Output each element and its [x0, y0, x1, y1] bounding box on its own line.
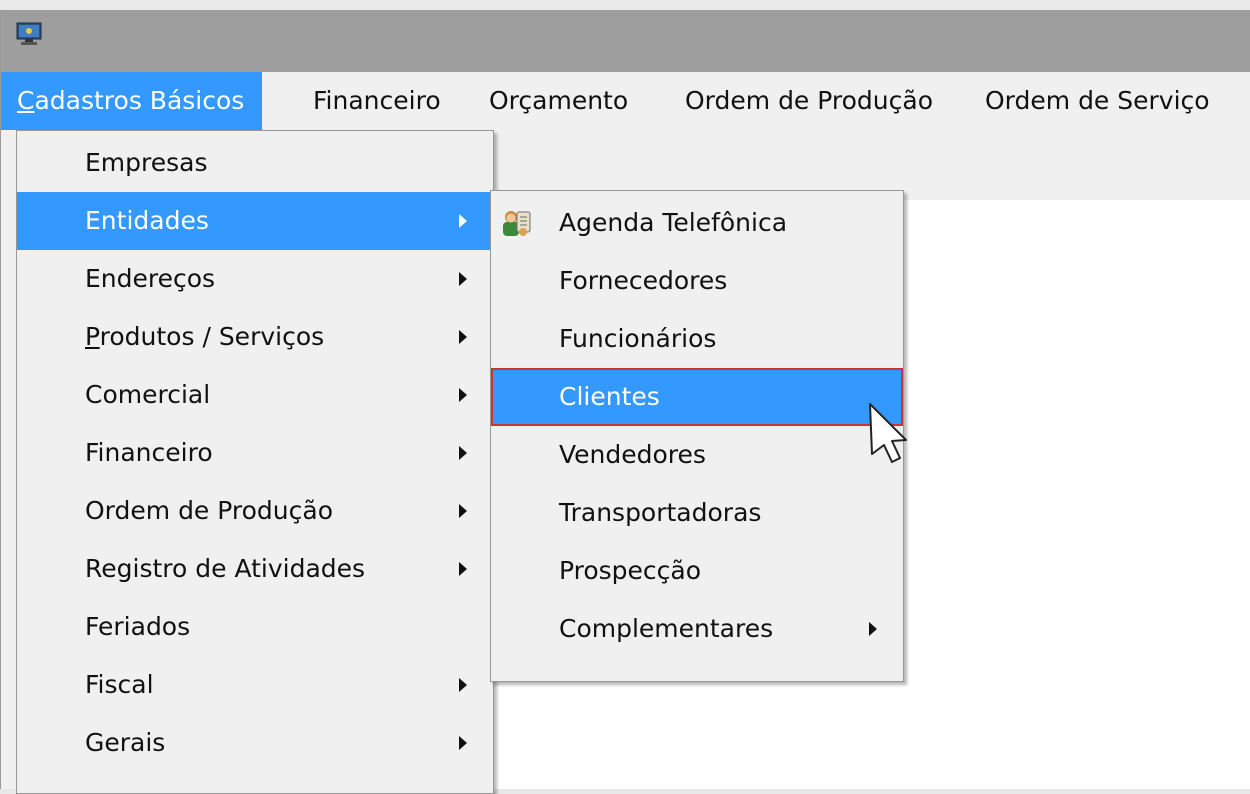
submenu-arrow-icon [459, 272, 467, 286]
contacts-icon [503, 211, 531, 236]
submenu-item-funcionarios[interactable]: Funcionários [491, 310, 903, 368]
app-window: Cadastros Básicos Financeiro Orçamento O… [0, 10, 1250, 794]
cadastros-basicos-menu: Empresas Entidades Endereços Produtos / … [16, 130, 494, 794]
menubar-ordem-de-producao[interactable]: Ordem de Produção [669, 72, 951, 130]
submenu-arrow-icon [459, 388, 467, 402]
menu-item-ordem-de-producao[interactable]: Ordem de Produção [17, 482, 493, 540]
menu-item-enderecos[interactable]: Endereços [17, 250, 493, 308]
submenu-item-prospeccao[interactable]: Prospecção [491, 542, 903, 600]
entidades-submenu: Agenda Telefônica Fornecedores Funcionár… [490, 190, 904, 682]
submenu-item-clientes[interactable]: Clientes [491, 368, 903, 426]
submenu-item-vendedores[interactable]: Vendedores [491, 426, 903, 484]
submenu-arrow-icon [459, 214, 467, 228]
submenu-item-complementares[interactable]: Complementares [491, 600, 903, 658]
menu-item-empresas[interactable]: Empresas [17, 134, 493, 192]
menu-item-registro-de-atividades[interactable]: Registro de Atividades [17, 540, 493, 598]
menu-item-entidades[interactable]: Entidades [17, 192, 493, 250]
menubar-financeiro[interactable]: Financeiro [297, 72, 459, 130]
submenu-item-agenda-telefonica[interactable]: Agenda Telefônica [491, 194, 903, 252]
menubar-orcamento[interactable]: Orçamento [473, 72, 646, 130]
menubar-cadastros-basicos[interactable]: Cadastros Básicos [1, 72, 263, 130]
menu-item-feriados[interactable]: Feriados [17, 598, 493, 656]
submenu-arrow-icon [459, 330, 467, 344]
screen-top-strip [0, 0, 1250, 10]
submenu-arrow-icon [459, 562, 467, 576]
menu-item-financeiro[interactable]: Financeiro [17, 424, 493, 482]
submenu-item-fornecedores[interactable]: Fornecedores [491, 252, 903, 310]
menu-item-gerais[interactable]: Gerais [17, 714, 493, 772]
menu-item-produtos-servicos[interactable]: Produtos / Serviços [17, 308, 493, 366]
submenu-arrow-icon [459, 446, 467, 460]
menubar-ordem-de-servico[interactable]: Ordem de Serviço [969, 72, 1228, 130]
menu-bar: Cadastros Básicos Financeiro Orçamento O… [1, 72, 1250, 130]
submenu-arrow-icon [459, 678, 467, 692]
title-bar[interactable] [1, 10, 1250, 72]
app-monitor-icon[interactable] [16, 22, 42, 46]
menu-item-fiscal[interactable]: Fiscal [17, 656, 493, 714]
menu-item-comercial[interactable]: Comercial [17, 366, 493, 424]
submenu-item-transportadoras[interactable]: Transportadoras [491, 484, 903, 542]
submenu-arrow-icon [459, 504, 467, 518]
submenu-arrow-icon [869, 622, 877, 636]
submenu-arrow-icon [459, 736, 467, 750]
